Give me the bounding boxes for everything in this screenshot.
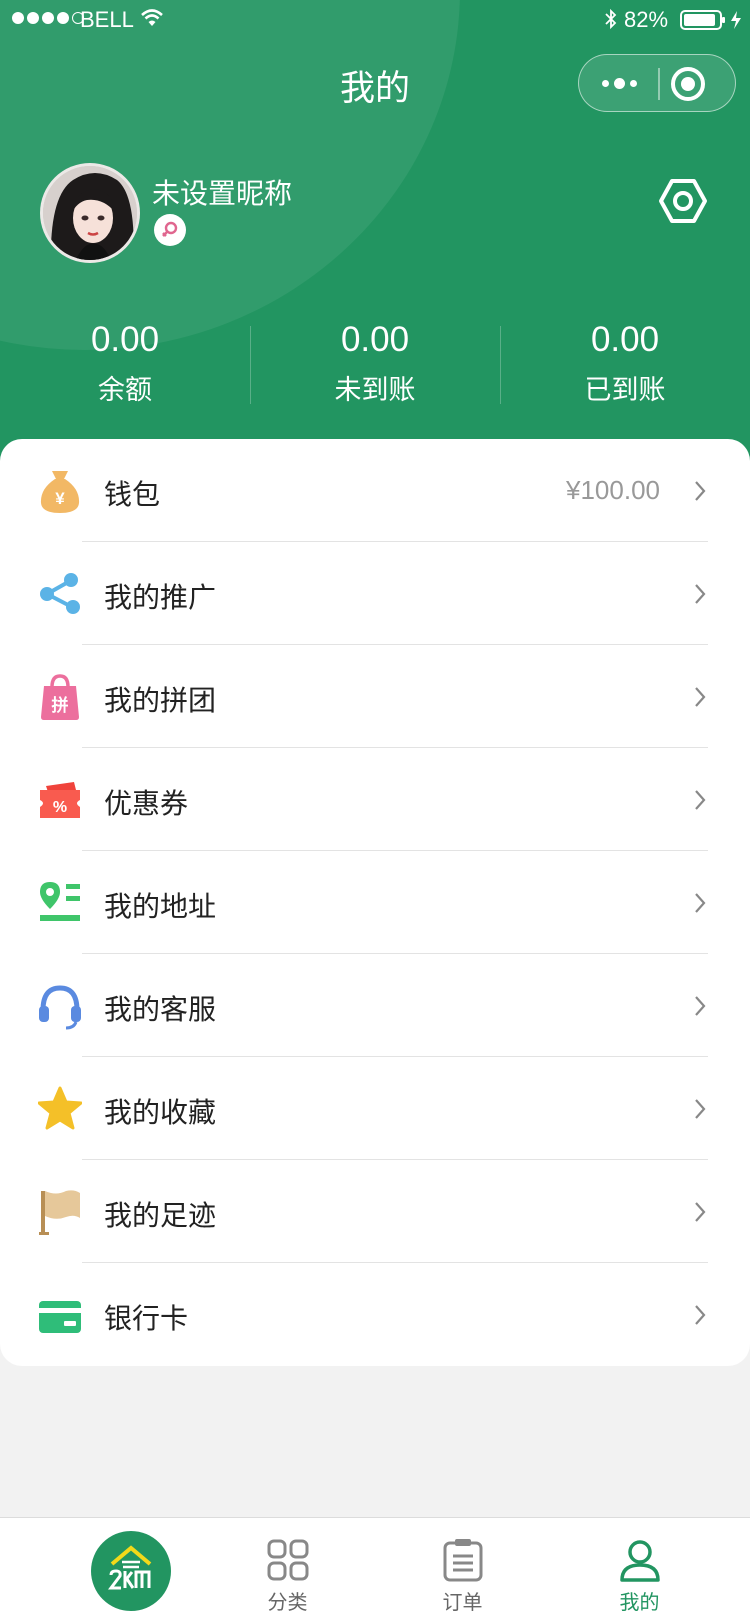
profile-header: BELL 82% 我的 未设置昵称 0.00 余额 0.00 未到账 0.00 …	[0, 0, 750, 480]
order-clipboard-icon	[443, 1539, 483, 1582]
stat-label: 未到账	[334, 375, 416, 406]
chevron-right-icon	[695, 893, 706, 913]
menu-item-group-buy[interactable]: 拼 我的拼团	[0, 645, 750, 748]
headset-icon	[39, 985, 81, 1030]
tab-category[interactable]: 分类	[200, 1518, 375, 1624]
chevron-right-icon	[695, 1099, 706, 1119]
status-bar: BELL 82%	[0, 0, 750, 40]
tab-label: 订单	[442, 1590, 483, 1614]
avatar[interactable]	[40, 163, 140, 263]
menu-label: 我的收藏	[104, 1096, 217, 1129]
menu-label: 我的拼团	[104, 684, 217, 717]
stat-value: 0.00	[90, 320, 160, 359]
female-gender-icon	[154, 214, 186, 246]
flag-icon	[39, 1190, 80, 1235]
menu-item-footprint[interactable]: 我的足迹	[0, 1160, 750, 1263]
miniprogram-capsule	[578, 54, 736, 112]
bank-card-icon	[39, 1301, 81, 1333]
chevron-right-icon	[695, 1305, 706, 1325]
stat-label: 余额	[98, 375, 152, 406]
chevron-right-icon	[695, 687, 706, 707]
signal-strength-icon	[12, 12, 84, 24]
star-icon	[38, 1086, 82, 1130]
close-miniprogram-button[interactable]	[671, 67, 705, 101]
tab-mine[interactable]: 我的	[552, 1518, 727, 1624]
category-grid-icon	[267, 1539, 309, 1581]
settings-icon[interactable]	[658, 176, 708, 226]
carrier-name: BELL	[80, 7, 134, 32]
svg-text:拼: 拼	[52, 695, 69, 716]
home-logo-icon	[91, 1531, 171, 1611]
bluetooth-icon	[605, 8, 617, 30]
tab-label: 分类	[267, 1590, 308, 1614]
chevron-right-icon	[695, 481, 706, 501]
capsule-divider	[658, 68, 660, 100]
wifi-icon	[141, 9, 163, 26]
group-buy-bag-icon: 拼	[41, 674, 79, 720]
chevron-right-icon	[695, 996, 706, 1016]
chevron-right-icon	[695, 790, 706, 810]
nickname[interactable]: 未设置昵称	[152, 172, 292, 212]
tab-label: 我的	[619, 1590, 660, 1614]
stat-balance[interactable]: 0.00 余额	[0, 318, 250, 408]
tab-home[interactable]	[22, 1518, 197, 1624]
balance-stats: 0.00 余额 0.00 未到账 0.00 已到账	[0, 318, 750, 408]
svg-text:¥: ¥	[55, 489, 65, 508]
menu-label: 我的客服	[104, 993, 217, 1026]
battery-icon	[680, 10, 725, 30]
menu-item-address[interactable]: 我的地址	[0, 851, 750, 954]
more-options-button[interactable]	[579, 55, 659, 111]
menu-item-favorites[interactable]: 我的收藏	[0, 1057, 750, 1160]
svg-text:%: %	[53, 799, 67, 816]
menu-label: 我的地址	[104, 890, 217, 923]
battery-percentage: 82%	[624, 7, 669, 32]
menu-label: 我的足迹	[104, 1199, 217, 1232]
menu-label: 钱包	[104, 478, 161, 511]
share-icon	[40, 573, 80, 614]
charging-icon	[731, 11, 741, 29]
menu-item-bank-card[interactable]: 银行卡	[0, 1263, 750, 1366]
menu-item-coupon[interactable]: % 优惠券	[0, 748, 750, 851]
stat-label: 已到账	[584, 375, 666, 406]
user-icon	[620, 1540, 660, 1582]
menu-label: 我的推广	[104, 581, 217, 614]
menu-list: ¥ 钱包 ¥100.00 我的推广 拼 我的拼团 % 优惠券 我的地址 我的客服…	[0, 439, 750, 1366]
menu-item-promotion[interactable]: 我的推广	[0, 542, 750, 645]
chevron-right-icon	[695, 1202, 706, 1222]
menu-label: 银行卡	[104, 1302, 189, 1335]
stat-pending[interactable]: 0.00 未到账	[250, 318, 500, 408]
menu-item-customer-service[interactable]: 我的客服	[0, 954, 750, 1057]
wallet-balance: ¥100.00	[566, 475, 660, 505]
coupon-icon: %	[40, 782, 80, 818]
stat-received[interactable]: 0.00 已到账	[500, 318, 750, 408]
more-dots-icon	[601, 79, 609, 87]
wallet-bag-icon: ¥	[40, 471, 80, 513]
stat-value: 0.00	[340, 320, 410, 359]
address-pin-icon	[40, 882, 80, 921]
bottom-tab-bar: 分类 订单 我的	[0, 1517, 750, 1624]
stat-value: 0.00	[590, 320, 660, 359]
menu-label: 优惠券	[104, 787, 189, 820]
tab-orders[interactable]: 订单	[375, 1518, 550, 1624]
menu-item-wallet[interactable]: ¥ 钱包 ¥100.00	[0, 439, 750, 542]
chevron-right-icon	[695, 584, 706, 604]
